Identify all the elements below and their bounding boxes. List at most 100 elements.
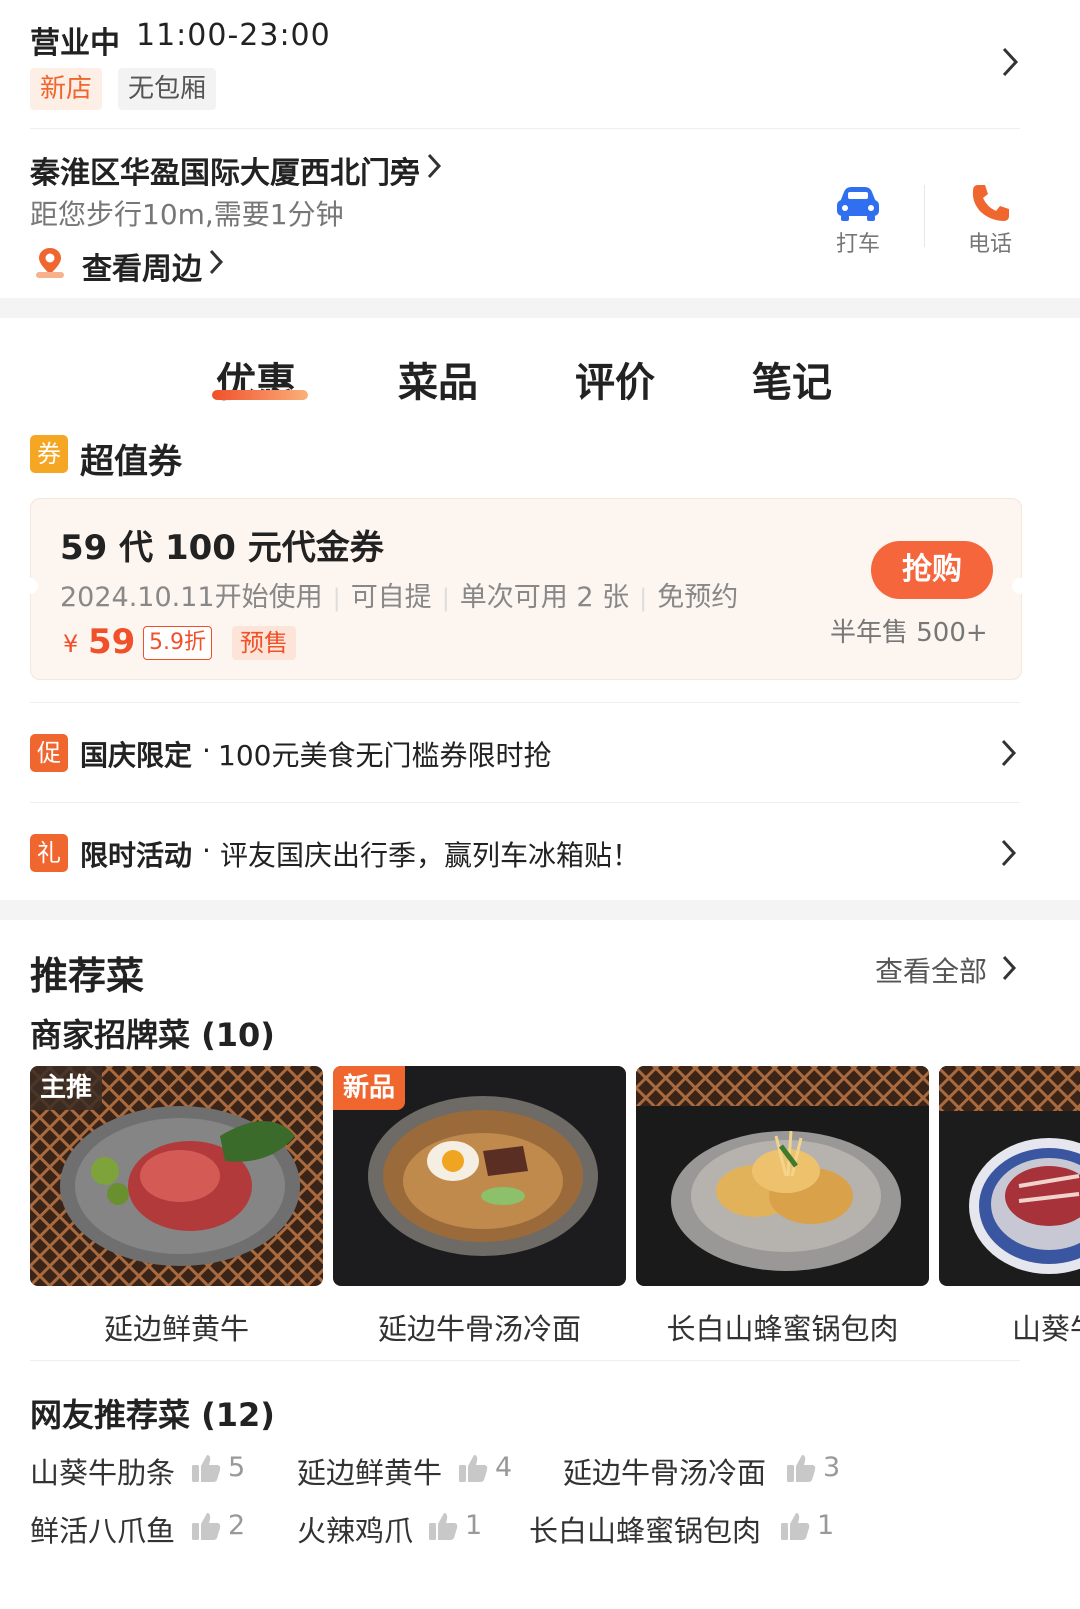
- dish-name: 延边牛骨汤冷面: [377, 1312, 581, 1346]
- promo-dot: ·: [202, 834, 211, 867]
- coupon-notch-left: [22, 578, 38, 594]
- section-separator: [0, 900, 1080, 920]
- coupon-price: 59: [88, 622, 136, 662]
- store-info-row[interactable]: 营业中 11:00-23:00 新店 无包厢: [0, 0, 1080, 125]
- dish-name: 长白山蜂蜜锅包肉: [666, 1312, 899, 1346]
- netizen-item[interactable]: 鲜活八爪鱼 2: [30, 1508, 260, 1548]
- netizen-dishes-title: 网友推荐菜 (12): [30, 1396, 275, 1434]
- netizen-item[interactable]: 山葵牛肋条 5: [30, 1450, 260, 1490]
- recommend-title: 推荐菜: [30, 954, 145, 998]
- view-nearby-link[interactable]: 查看周边: [82, 244, 232, 287]
- chevron-right-icon: [426, 152, 442, 184]
- divider: [30, 702, 1020, 703]
- presale-badge: 预售: [232, 626, 296, 660]
- phone-icon: [970, 182, 1018, 222]
- car-icon: [834, 184, 882, 224]
- meta-separator: |: [639, 584, 648, 612]
- signature-dishes-title: 商家招牌菜 (10): [30, 1016, 275, 1054]
- price-currency: ¥: [63, 630, 79, 658]
- coupon-notch-right: [1012, 578, 1028, 594]
- view-nearby-label: 查看周边: [82, 252, 202, 287]
- coupon-no-reservation: 免预约: [657, 582, 739, 613]
- dish-card[interactable]: [636, 1066, 929, 1286]
- taxi-button[interactable]: 打车: [818, 180, 898, 260]
- netizen-dish-name: 延边牛骨汤冷面: [563, 1456, 767, 1490]
- dish-image-pork: [636, 1066, 929, 1286]
- netizen-item[interactable]: 延边牛骨汤冷面 3: [563, 1450, 853, 1490]
- like-count: 5: [228, 1452, 246, 1483]
- netizen-item[interactable]: 延边鲜黄牛 4: [297, 1450, 527, 1490]
- location-pin-icon: [34, 246, 66, 280]
- chevron-right-icon: [1000, 46, 1020, 87]
- netizen-dish-name: 鲜活八爪鱼: [30, 1514, 176, 1548]
- coupon-usage-limit: 单次可用 2 张: [459, 582, 630, 613]
- netizen-dish-name: 火辣鸡爪: [297, 1514, 414, 1548]
- see-all-link[interactable]: 查看全部: [875, 950, 1025, 990]
- coupon-start-date: 2024.10.11开始使用: [60, 582, 323, 613]
- thumbs-up-icon: [785, 1452, 817, 1484]
- taxi-label: 打车: [835, 232, 880, 257]
- tab-reviews[interactable]: 评价: [575, 350, 655, 408]
- thumbs-up-icon: [457, 1452, 489, 1484]
- coupon-badge-icon: 券: [30, 435, 68, 473]
- dish-name: 延边鲜黄牛: [103, 1312, 249, 1346]
- like-count: 4: [495, 1452, 513, 1483]
- divider: [30, 128, 1020, 129]
- like-count: 3: [823, 1452, 841, 1483]
- divider: [30, 1360, 1020, 1361]
- coupon-section-title: 超值券: [80, 442, 182, 482]
- business-status: 营业中: [30, 26, 120, 61]
- meta-separator: |: [332, 584, 341, 612]
- netizen-dish-name: 山葵牛肋条: [30, 1456, 176, 1490]
- gift-badge-icon: 礼: [30, 834, 68, 872]
- chevron-right-icon: [1001, 954, 1017, 986]
- dish-badge-main: 主推: [30, 1066, 103, 1110]
- see-all-label: 查看全部: [875, 955, 988, 988]
- tab-notes[interactable]: 笔记: [752, 350, 832, 408]
- business-hours: 11:00-23:00: [136, 18, 331, 53]
- buy-button[interactable]: 抢购: [871, 541, 993, 599]
- netizen-dish-name: 延边鲜黄牛: [297, 1456, 443, 1490]
- like-count: 1: [817, 1510, 835, 1541]
- netizen-item[interactable]: 火辣鸡爪 1: [297, 1508, 497, 1548]
- promo-text: 100元美食无门槛券限时抢: [218, 739, 552, 772]
- discount-badge: 5.9折: [143, 626, 212, 660]
- promo-label: 限时活动: [80, 839, 193, 872]
- like-count: 2: [228, 1510, 246, 1541]
- thumbs-up-icon: [779, 1510, 811, 1542]
- like-count: 1: [465, 1510, 483, 1541]
- promo-row-limited-event[interactable]: 礼 限时活动 · 评友国庆出行季，赢列车冰箱贴！: [30, 810, 1020, 895]
- promo-text: 评友国庆出行季，赢列车冰箱贴！: [220, 839, 641, 872]
- thumbs-up-icon: [190, 1452, 222, 1484]
- dish-badge-new: 新品: [333, 1066, 406, 1110]
- coupon-meta: 2024.10.11开始使用 | 可自提 | 单次可用 2 张 | 免预约: [60, 575, 738, 614]
- section-separator: [0, 298, 1080, 318]
- thumbs-up-icon: [190, 1510, 222, 1542]
- chevron-right-icon: [1000, 738, 1018, 772]
- active-tab-indicator: [212, 390, 308, 400]
- chevron-right-icon: [1000, 838, 1018, 872]
- coupon-title: 59 代 100 元代金券: [60, 528, 384, 568]
- promo-dot: ·: [202, 734, 211, 767]
- dish-image-rib: [939, 1066, 1080, 1286]
- promo-row-national-day[interactable]: 促 国庆限定 · 100元美食无门槛券限时抢: [30, 712, 1020, 797]
- netizen-dish-name: 长白山蜂蜜锅包肉: [529, 1514, 762, 1548]
- address-link[interactable]: 秦淮区华盈国际大厦西北门旁: [30, 148, 450, 191]
- sold-count: 半年售 500+: [830, 618, 988, 648]
- netizen-item[interactable]: 长白山蜂蜜锅包肉 1: [529, 1508, 849, 1548]
- phone-button[interactable]: 电话: [950, 180, 1030, 260]
- thumbs-up-icon: [427, 1510, 459, 1542]
- store-address: 秦淮区华盈国际大厦西北门旁: [30, 156, 420, 191]
- walking-distance: 距您步行10m,需要1分钟: [30, 198, 344, 231]
- tag-no-private-room: 无包厢: [118, 68, 217, 110]
- chevron-right-icon: [208, 248, 224, 280]
- promo-badge-icon: 促: [30, 734, 68, 772]
- dish-name: 山葵牛肋条: [1012, 1312, 1080, 1346]
- coupon-self-pickup: 可自提: [350, 582, 432, 613]
- tab-dishes[interactable]: 菜品: [398, 350, 478, 408]
- promo-label: 国庆限定: [80, 739, 193, 772]
- dish-card[interactable]: [939, 1066, 1080, 1286]
- divider: [30, 802, 1020, 803]
- meta-separator: |: [441, 584, 450, 612]
- tag-new-store: 新店: [30, 68, 103, 110]
